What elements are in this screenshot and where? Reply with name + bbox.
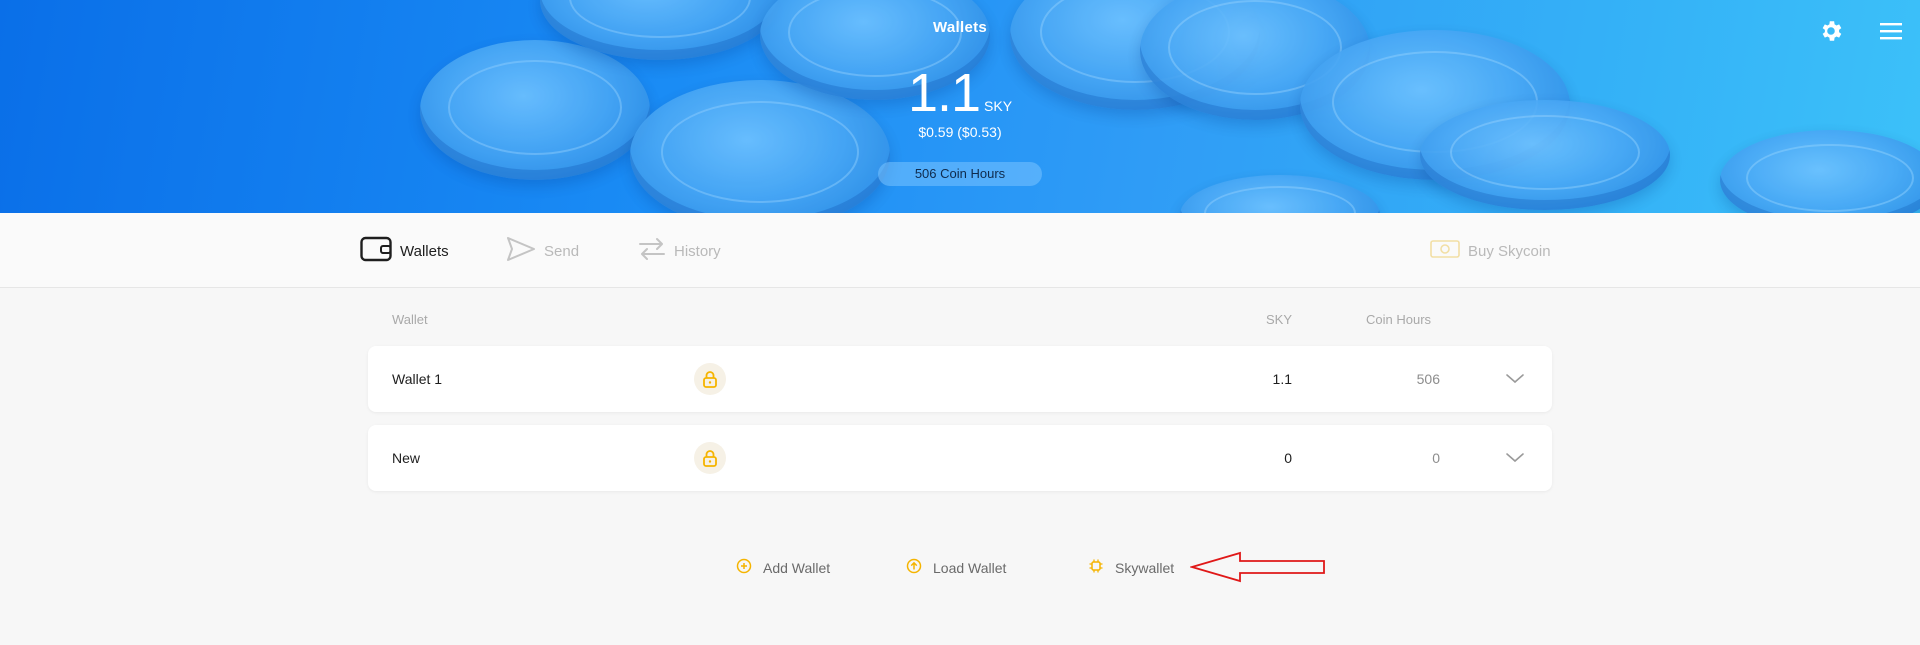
skywallet-label: Skywallet	[1115, 559, 1175, 576]
page-title: Wallets	[932, 19, 988, 36]
upload-circle-icon	[906, 558, 922, 577]
plus-circle-icon	[736, 558, 752, 577]
tab-send[interactable]: Send	[506, 237, 579, 265]
wallet-name: Wallet 1	[392, 371, 443, 387]
load-wallet-label: Load Wallet	[933, 559, 1007, 576]
fiat-balance: $0.59 ($0.53)	[918, 124, 1002, 140]
skywallet-button[interactable]: Skywallet	[1088, 558, 1174, 577]
balance-amount: 1.1	[907, 63, 981, 123]
main-nav: Wallets Send History Buy Skycoin	[0, 213, 1920, 288]
wallet-icon	[360, 236, 392, 266]
column-header-coin-hours: Coin Hours	[1366, 312, 1432, 327]
tab-send-label: Send	[544, 242, 580, 260]
tab-history-label: History	[674, 242, 721, 260]
column-header-wallet: Wallet	[392, 312, 428, 327]
history-icon	[638, 237, 666, 265]
column-header-sky: SKY	[1266, 312, 1293, 327]
lock-icon[interactable]	[694, 442, 726, 474]
top-header: Wallets 1.1 SKY $0.59 ($0.53) 506 Coin Ho…	[0, 0, 1920, 213]
total-balance: 1.1 SKY	[0, 62, 1920, 124]
wallet-coin-hours: 0	[1432, 450, 1440, 466]
coin-hours-badge: 506 Coin Hours	[878, 162, 1042, 186]
buy-skycoin-link[interactable]: Buy Skycoin	[1430, 237, 1551, 265]
balance-unit: SKY	[984, 98, 1013, 114]
hardware-chip-icon	[1088, 558, 1104, 577]
cash-icon	[1430, 238, 1460, 264]
add-wallet-label: Add Wallet	[763, 559, 831, 576]
chevron-down-icon[interactable]	[1504, 447, 1526, 469]
wallet-sky-balance: 1.1	[1272, 371, 1292, 387]
coin-decoration	[1180, 175, 1380, 213]
chevron-down-icon[interactable]	[1504, 368, 1526, 390]
gear-icon[interactable]	[1816, 16, 1846, 46]
load-wallet-button[interactable]: Load Wallet	[906, 558, 1006, 577]
wallet-coin-hours: 506	[1416, 371, 1440, 387]
coin-decoration	[1720, 130, 1920, 213]
tab-wallets[interactable]: Wallets	[360, 236, 449, 266]
add-wallet-button[interactable]: Add Wallet	[736, 558, 830, 577]
send-icon	[506, 236, 536, 266]
lock-icon[interactable]	[694, 363, 726, 395]
hamburger-menu-icon[interactable]	[1876, 16, 1906, 46]
wallet-name: New	[392, 450, 421, 466]
tab-history[interactable]: History	[638, 237, 721, 265]
wallet-row[interactable]: Wallet 1 1.1 506	[368, 346, 1552, 412]
annotation-arrow-icon	[1188, 550, 1326, 584]
buy-skycoin-label: Buy Skycoin	[1468, 242, 1551, 260]
tab-wallets-label: Wallets	[400, 242, 449, 260]
wallet-row[interactable]: New 0 0	[368, 425, 1552, 491]
wallet-sky-balance: 0	[1284, 450, 1292, 466]
